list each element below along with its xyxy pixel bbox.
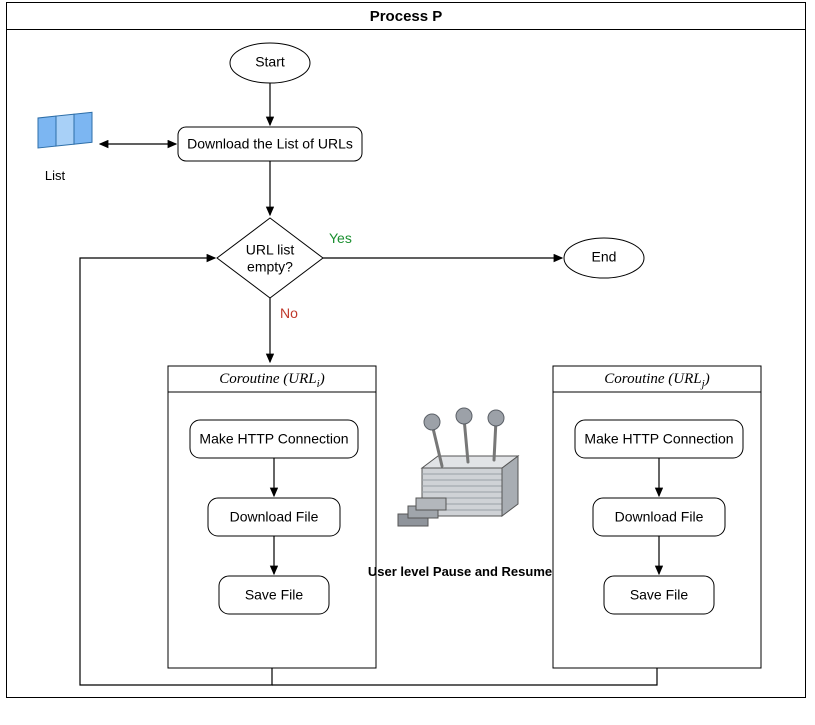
coroutine-j-title: Coroutine (URLj) [604,371,709,389]
list-icon: List [38,112,92,183]
decision-line2: empty? [247,259,293,275]
end-node: End [564,238,644,278]
decision-line1: URL list [246,242,295,258]
edge-j-join [272,668,657,685]
end-text: End [592,249,617,265]
download-urls-node: Download the List of URLs [178,127,362,161]
flowchart-svg: Start Download the List of URLs List URL… [0,0,815,725]
yes-label: Yes [329,230,352,246]
lever-machine-icon [398,408,518,526]
step-http-j: Make HTTP Connection [584,431,733,447]
decision-node: URL list empty? [217,218,323,298]
start-text: Start [255,54,285,70]
coroutine-j-box: Coroutine (URLj) Make HTTP Connection Do… [553,366,761,668]
download-text: Download the List of URLs [187,136,353,152]
no-label: No [280,305,298,321]
step-save-i: Save File [245,587,304,603]
coroutine-i-title: Coroutine (URLi) [219,371,324,389]
pause-resume-caption: User level Pause and Resume [368,564,552,579]
coroutine-i-box: Coroutine (URLi) Make HTTP Connection Do… [168,366,376,668]
step-download-j: Download File [615,509,704,525]
step-http-i: Make HTTP Connection [199,431,348,447]
start-node: Start [230,43,310,83]
list-label: List [45,168,66,183]
step-save-j: Save File [630,587,689,603]
step-download-i: Download File [230,509,319,525]
